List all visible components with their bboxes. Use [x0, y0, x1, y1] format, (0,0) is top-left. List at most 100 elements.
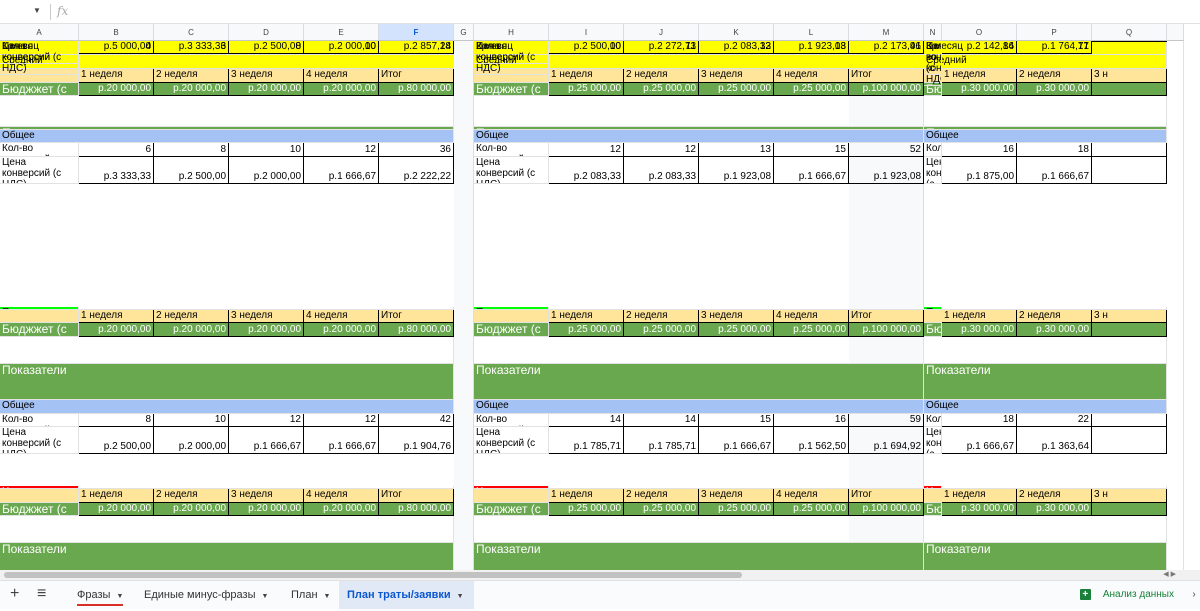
week-header[interactable]: Итог — [379, 489, 454, 503]
conversions-value[interactable] — [1092, 143, 1167, 157]
column-header[interactable]: A — [0, 24, 79, 41]
budget-value[interactable]: р.25 000,00 — [774, 83, 849, 96]
budget-value[interactable]: р.25 000,00 — [699, 323, 774, 337]
general-label[interactable]: Общее — [474, 130, 924, 143]
budget-value[interactable]: р.20 000,00 — [154, 83, 229, 96]
conversions-value[interactable]: 8 — [154, 143, 229, 157]
week-header[interactable]: 3 неделя — [229, 489, 304, 503]
spacer-row[interactable] — [0, 516, 454, 543]
price-value[interactable]: р.1 904,76 — [379, 427, 454, 454]
horizontal-scroll-thumb[interactable] — [4, 572, 742, 578]
price-label[interactable]: Цена конверсий (с НДС) — [474, 427, 549, 454]
column-header[interactable]: M — [849, 24, 924, 41]
conversions-value[interactable]: 14 — [624, 414, 699, 427]
week-header[interactable]: 4 неделя — [774, 489, 849, 503]
conversions-value[interactable]: 10 — [229, 143, 304, 157]
empty-cell[interactable] — [924, 489, 942, 503]
price-value[interactable] — [1092, 157, 1167, 184]
tab-minus-phrases[interactable]: Единые минус-фразы ▼ — [136, 581, 276, 609]
price-value[interactable]: р.3 333,33 — [79, 157, 154, 184]
price-value[interactable]: р.1 764,71 — [1017, 41, 1092, 54]
price-value[interactable]: р.1 923,08 — [849, 157, 924, 184]
indicators-label[interactable]: Показатели — [0, 364, 454, 400]
column-header[interactable]: L — [774, 24, 849, 41]
conversions-value[interactable]: 16 — [942, 143, 1017, 157]
week-header[interactable]: 3 неделя — [699, 69, 774, 83]
conversions-value[interactable]: 12 — [229, 414, 304, 427]
column-header[interactable]: H — [474, 24, 549, 41]
price-value[interactable]: р.2 000,00 — [154, 427, 229, 454]
tab-menu-icon[interactable]: ▼ — [324, 593, 331, 600]
price-label[interactable]: Цена конверсий (с НДС) — [0, 427, 79, 454]
empty-cell[interactable] — [0, 310, 79, 323]
name-box[interactable] — [0, 3, 50, 21]
week-header[interactable]: 1 неделя — [942, 69, 1017, 83]
price-value[interactable]: р.2 142,86 — [942, 41, 1017, 54]
budget-value[interactable]: р.100 000,00 — [849, 503, 924, 516]
price-label[interactable]: Цена конверсий (с НДС) — [0, 157, 79, 184]
price-value[interactable]: р.1 666,67 — [699, 427, 774, 454]
budget-value[interactable]: р.20 000,00 — [229, 83, 304, 96]
budget-value[interactable]: р.25 000,00 — [549, 503, 624, 516]
price-value[interactable]: р.1 785,71 — [624, 427, 699, 454]
budget-label[interactable]: Бюджжет (с НДС) — [924, 323, 942, 337]
conversions-label[interactable]: Кол-во конверсий — [924, 414, 942, 427]
budget-value[interactable]: р.25 000,00 — [774, 323, 849, 337]
general-label[interactable]: Общее — [0, 400, 454, 414]
empty-cell[interactable] — [474, 310, 549, 323]
price-label[interactable]: Цена конверсий (с НДС) — [924, 157, 942, 184]
tab-spend-plan[interactable]: План траты/заявки ▼ — [339, 581, 474, 609]
price-value[interactable]: р.1 666,67 — [304, 157, 379, 184]
week-header[interactable]: Итог — [849, 489, 924, 503]
price-value[interactable]: р.2 000,00 — [304, 41, 379, 54]
name-box-dropdown-icon[interactable]: ▼ — [33, 6, 41, 15]
price-value[interactable]: р.1 666,67 — [229, 427, 304, 454]
indicators-label[interactable]: Показатели — [0, 543, 454, 570]
budget-value[interactable]: р.25 000,00 — [774, 503, 849, 516]
week-header[interactable]: 4 неделя — [304, 310, 379, 323]
column-header[interactable]: J — [624, 24, 699, 41]
budget-value[interactable]: р.25 000,00 — [549, 323, 624, 337]
column-header[interactable]: E — [304, 24, 379, 41]
indicators-label[interactable]: Показатели — [474, 543, 924, 570]
general-label[interactable]: Общее — [0, 130, 454, 143]
budget-label[interactable]: Бюджжет (с НДС) — [474, 323, 549, 337]
price-value[interactable]: р.1 923,08 — [699, 157, 774, 184]
tab-menu-icon[interactable]: ▼ — [457, 593, 464, 600]
budget-label[interactable]: Бюджжет (с НДС) — [474, 503, 549, 516]
column-header[interactable]: F — [379, 24, 454, 41]
budget-value[interactable]: р.25 000,00 — [549, 83, 624, 96]
indicators-label[interactable]: Показатели — [924, 543, 1167, 570]
column-header[interactable]: G — [454, 24, 474, 41]
budget-value[interactable]: р.20 000,00 — [304, 83, 379, 96]
price-value[interactable]: р.2 500,00 — [229, 41, 304, 54]
conversions-value[interactable]: 59 — [849, 414, 924, 427]
budget-value[interactable]: р.80 000,00 — [379, 503, 454, 516]
spacer-row[interactable] — [924, 96, 1167, 127]
week-header[interactable]: 3 неделя — [699, 489, 774, 503]
spacer-row[interactable] — [474, 96, 924, 127]
budget-value[interactable]: р.20 000,00 — [79, 83, 154, 96]
tab-menu-icon[interactable]: ▼ — [262, 593, 269, 600]
week-header[interactable]: Итог — [379, 310, 454, 323]
budget-value[interactable]: р.30 000,00 — [1017, 323, 1092, 337]
general-label[interactable]: Общее — [924, 400, 1167, 414]
price-value[interactable]: р.1 694,92 — [849, 427, 924, 454]
column-header[interactable]: B — [79, 24, 154, 41]
week-header[interactable]: 1 неделя — [79, 489, 154, 503]
budget-value[interactable]: р.25 000,00 — [624, 323, 699, 337]
conversions-value[interactable]: 18 — [942, 414, 1017, 427]
week-header[interactable]: 1 неделя — [549, 69, 624, 83]
column-header[interactable]: O — [942, 24, 1017, 41]
budget-value[interactable]: р.25 000,00 — [699, 83, 774, 96]
budget-value[interactable]: р.100 000,00 — [849, 83, 924, 96]
week-header[interactable]: 3 неделя — [229, 310, 304, 323]
price-value[interactable] — [1092, 41, 1167, 42]
conversions-label[interactable]: Кол-во конверсий — [474, 414, 549, 427]
week-header[interactable]: 1 неделя — [942, 489, 1017, 503]
budget-value[interactable]: р.30 000,00 — [1017, 83, 1092, 96]
week-header[interactable]: 1 неделя — [549, 310, 624, 323]
column-header[interactable] — [1167, 24, 1184, 41]
conversions-label[interactable]: Кол-во конверсий — [924, 143, 942, 157]
price-label[interactable]: Цена конверсий (с НДС) — [924, 41, 942, 86]
